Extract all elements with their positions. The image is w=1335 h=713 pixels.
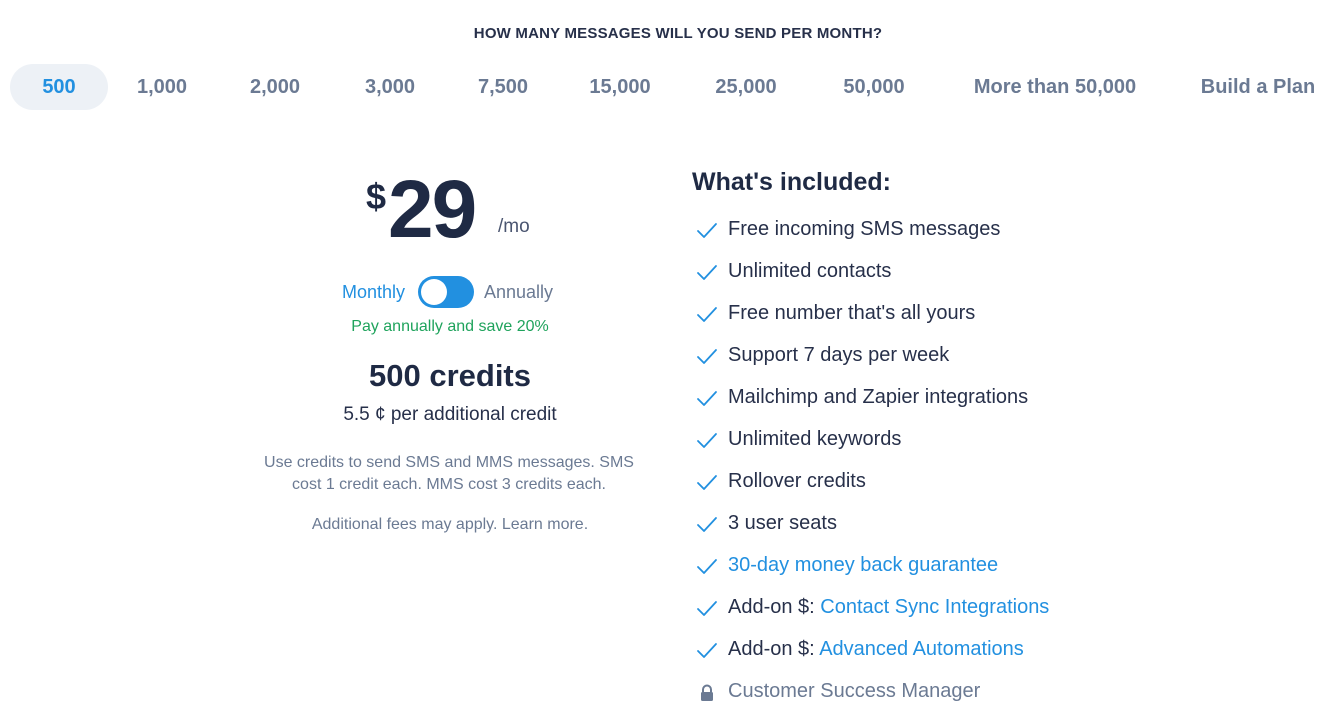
tier-option-build-a-plan[interactable]: Build a Plan [1190, 64, 1326, 110]
lock-icon [701, 684, 713, 701]
toggle-knob [421, 279, 447, 305]
check-icon [697, 223, 717, 238]
feature-text-wrap: Rollover credits [728, 470, 866, 493]
tier-option-more-than-50000[interactable]: More than 50,000 [952, 64, 1158, 110]
tier-option-25000[interactable]: 25,000 [700, 64, 792, 110]
billing-annually-label[interactable]: Annually [484, 282, 553, 303]
price-currency: $ [366, 176, 387, 217]
included-features: What's included: Free incoming SMS messa… [692, 168, 1312, 702]
additional-fees-link[interactable]: Additional fees may apply. Learn more. [250, 516, 650, 534]
tier-option-3000[interactable]: 3,000 [348, 64, 432, 110]
feature-text-wrap: Support 7 days per week [728, 344, 949, 367]
price: $ 29 /mo [250, 160, 650, 255]
check-icon [697, 643, 717, 658]
feature-text-wrap: Customer Success Manager [728, 680, 980, 703]
feature-prefix: Add-on $: [728, 596, 821, 618]
tier-option-1000[interactable]: 1,000 [122, 64, 202, 110]
tier-option-15000[interactable]: 15,000 [574, 64, 666, 110]
tier-option-7500[interactable]: 7,500 [462, 64, 544, 110]
feature-text-wrap: 30-day money back guarantee [728, 554, 998, 577]
feature-label: Unlimited contacts [728, 260, 892, 282]
price-amount: 29 [388, 164, 477, 255]
feature-label: Unlimited keywords [728, 428, 902, 450]
check-icon [697, 601, 717, 616]
feature-label: Mailchimp and Zapier integrations [728, 386, 1029, 408]
feature-text-wrap: Free number that's all yours [728, 302, 975, 325]
billing-monthly-label[interactable]: Monthly [342, 282, 405, 303]
tier-option-500[interactable]: 500 [10, 64, 108, 110]
check-icon [697, 307, 717, 322]
feature-text-wrap: Unlimited contacts [728, 260, 891, 283]
feature-link[interactable]: Advanced Automations [819, 638, 1024, 660]
price-period: /mo [498, 216, 530, 237]
feature-text-wrap: Free incoming SMS messages [728, 218, 1000, 241]
credits-title: 500 credits [369, 358, 531, 393]
plan-question: HOW MANY MESSAGES WILL YOU SEND PER MONT… [473, 25, 883, 42]
additional-credit-price: 5.5 ¢ per additional credit [343, 404, 557, 425]
billing-period-switch: Monthly Annually [250, 276, 650, 308]
tier-option-2000[interactable]: 2,000 [232, 64, 318, 110]
check-icon [697, 559, 717, 574]
feature-label: 3 user seats [728, 512, 837, 534]
billing-toggle[interactable] [418, 276, 474, 308]
annual-savings-note: Pay annually and save 20% [351, 318, 549, 335]
feature-label: Support 7 days per week [728, 344, 950, 366]
feature-prefix: Add-on $: [728, 638, 820, 660]
credits-description: Use credits to send SMS and MMS messages… [264, 454, 634, 493]
feature-link[interactable]: Contact Sync Integrations [820, 596, 1049, 618]
check-icon [697, 349, 717, 364]
feature-text-wrap: 3 user seats [728, 512, 837, 535]
feature-link[interactable]: 30-day money back guarantee [728, 554, 998, 576]
tier-option-50000[interactable]: 50,000 [826, 64, 922, 110]
check-icon [697, 517, 717, 532]
included-title: What's included: [692, 168, 891, 196]
check-icon [697, 475, 717, 490]
feature-label: Customer Success Manager [728, 680, 981, 702]
check-icon [697, 433, 717, 448]
feature-text-wrap: Unlimited keywords [728, 428, 901, 451]
feature-label: Rollover credits [728, 470, 866, 492]
feature-label: Free incoming SMS messages [728, 218, 1001, 240]
feature-label: Free number that's all yours [728, 302, 976, 324]
feature-text-wrap: Mailchimp and Zapier integrations [728, 386, 1028, 409]
feature-text-wrap: Add-on $: Contact Sync Integrations [728, 596, 1049, 619]
check-icon [697, 391, 717, 406]
check-icon [697, 265, 717, 280]
feature-text-wrap: Add-on $: Advanced Automations [728, 638, 1024, 661]
